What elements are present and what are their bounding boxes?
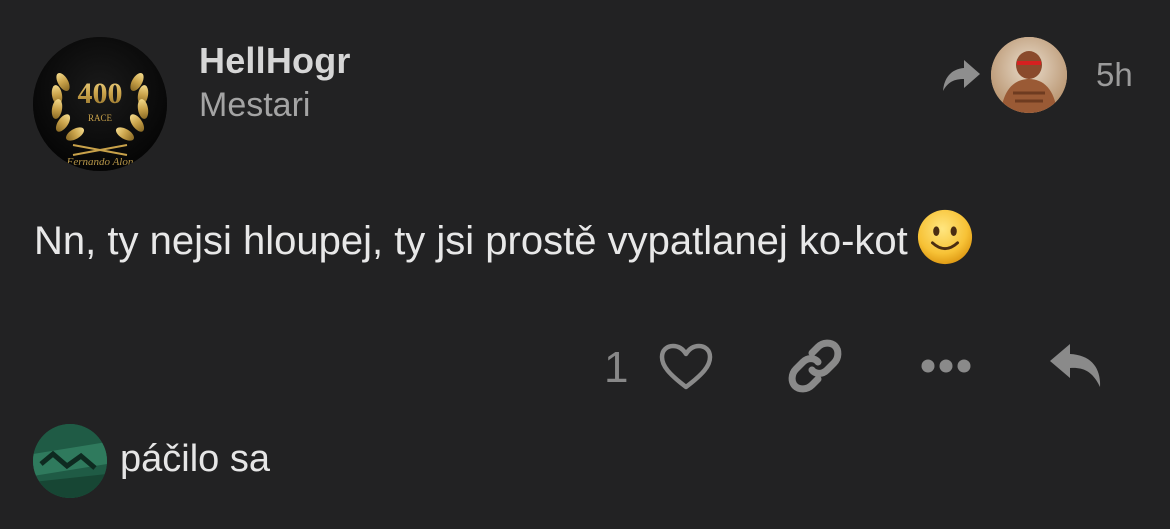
like-count[interactable]: 1 — [604, 343, 628, 393]
liker-avatar[interactable] — [33, 424, 107, 498]
liked-by-text: páčilo sa — [120, 438, 270, 480]
more-dots-icon[interactable] — [920, 356, 972, 376]
svg-text:Fernando Alon: Fernando Alon — [66, 156, 134, 168]
heart-icon[interactable] — [659, 343, 713, 391]
liker-avatar-image — [33, 424, 107, 498]
post-timestamp[interactable]: 5h — [1096, 56, 1133, 94]
reply-icon[interactable] — [1048, 341, 1104, 389]
svg-text:RACE: RACE — [88, 113, 113, 123]
slightly-smiling-face-icon — [917, 209, 972, 265]
link-icon[interactable] — [788, 339, 842, 393]
author-username[interactable]: HellHogr — [199, 40, 351, 82]
author-avatar[interactable]: 400 RACE Fernando Alon — [33, 37, 167, 171]
post-body: Nn, ty nejsi hloupej, ty jsi prostě vypa… — [34, 208, 974, 266]
reply-target-avatar[interactable] — [991, 37, 1067, 113]
post-text: Nn, ty nejsi hloupej, ty jsi prostě vypa… — [34, 219, 908, 263]
svg-text:400: 400 — [78, 77, 123, 110]
reply-arrow-icon[interactable] — [940, 56, 982, 94]
laurel-badge-icon: 400 RACE Fernando Alon — [33, 37, 167, 171]
author-title: Mestari — [199, 86, 311, 124]
reply-target-avatar-image — [991, 37, 1067, 113]
